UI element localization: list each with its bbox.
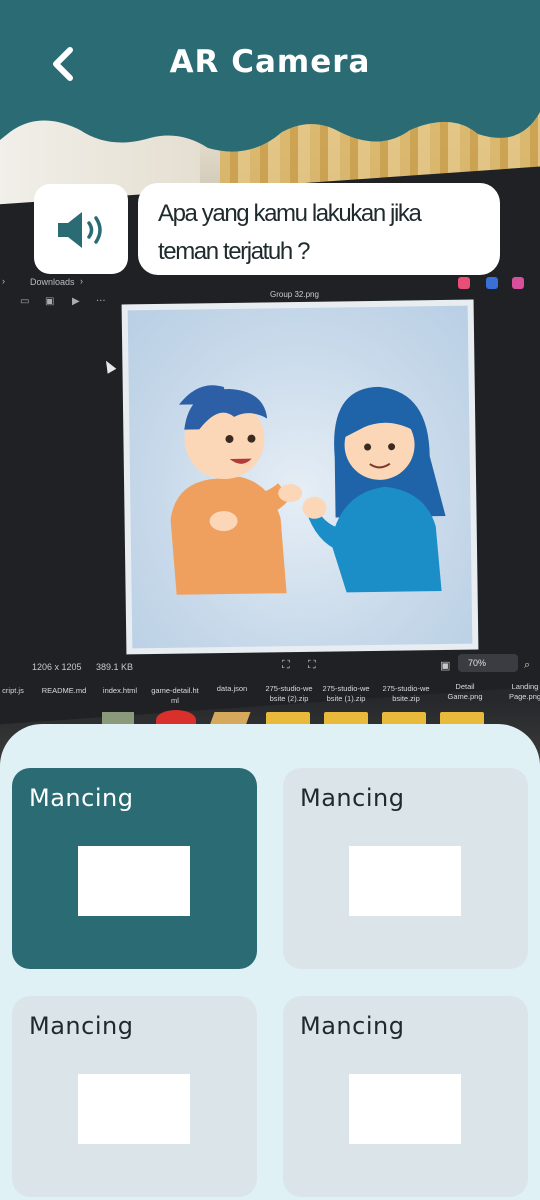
page-title: AR Camera bbox=[169, 44, 371, 80]
option-label: Mancing bbox=[300, 784, 405, 812]
background-file-title: Group 32.png bbox=[270, 290, 319, 299]
background-file-name: Detail Game.png bbox=[447, 682, 483, 701]
option-label: Mancing bbox=[300, 1012, 405, 1040]
option-card-1[interactable]: Mancing bbox=[12, 768, 257, 969]
option-label: Mancing bbox=[29, 1012, 134, 1040]
speaker-icon bbox=[58, 212, 102, 248]
play-audio-button[interactable] bbox=[34, 184, 128, 274]
background-breadcrumb-item: Downloads bbox=[30, 277, 75, 287]
option-image bbox=[78, 1074, 190, 1144]
background-file-name: 275-studio-we bsite (2).zip bbox=[265, 684, 313, 703]
background-screen-icon: ▣ bbox=[440, 660, 451, 672]
background-file-name: game-detail.ht ml bbox=[151, 686, 199, 705]
app-header: AR Camera bbox=[0, 0, 540, 160]
background-app-icon bbox=[512, 277, 524, 289]
option-card-4[interactable]: Mancing bbox=[283, 996, 528, 1197]
background-app-icon bbox=[486, 277, 498, 289]
question-bubble: Apa yang kamu lakukan jika teman terjatu… bbox=[138, 183, 500, 275]
background-app-icon bbox=[458, 277, 470, 289]
option-card-3[interactable]: Mancing bbox=[12, 996, 257, 1197]
background-file-name: data.json bbox=[216, 684, 248, 693]
background-photo bbox=[121, 299, 479, 655]
background-breadcrumb-chevron: › bbox=[80, 276, 83, 286]
children-illustration bbox=[170, 385, 446, 595]
background-file-size: 389.1 KB bbox=[96, 662, 134, 672]
background-file-name: cript.js bbox=[2, 686, 24, 695]
background-file-name: 275-studio-we bsite.zip bbox=[382, 684, 430, 703]
background-file-name: Landing Page.png bbox=[508, 682, 540, 701]
background-search-icon: ⌕ bbox=[524, 659, 531, 671]
background-fit-icon: ⛶ bbox=[282, 659, 290, 671]
background-file-name: README.md bbox=[41, 686, 87, 695]
option-image bbox=[78, 846, 190, 916]
option-image bbox=[349, 846, 461, 916]
option-label: Mancing bbox=[29, 784, 134, 812]
background-breadcrumb-arrows: › bbox=[2, 276, 5, 286]
background-zoom: 70% bbox=[458, 654, 518, 672]
option-image bbox=[349, 1074, 461, 1144]
background-actual-size-icon: ⛶ bbox=[308, 659, 316, 671]
background-file-name: index.html bbox=[102, 686, 138, 695]
background-image-dims: 1206 x 1205 bbox=[32, 662, 82, 672]
background-file-name: 275-studio-we bsite (1).zip bbox=[322, 684, 370, 703]
option-card-2[interactable]: Mancing bbox=[283, 768, 528, 969]
